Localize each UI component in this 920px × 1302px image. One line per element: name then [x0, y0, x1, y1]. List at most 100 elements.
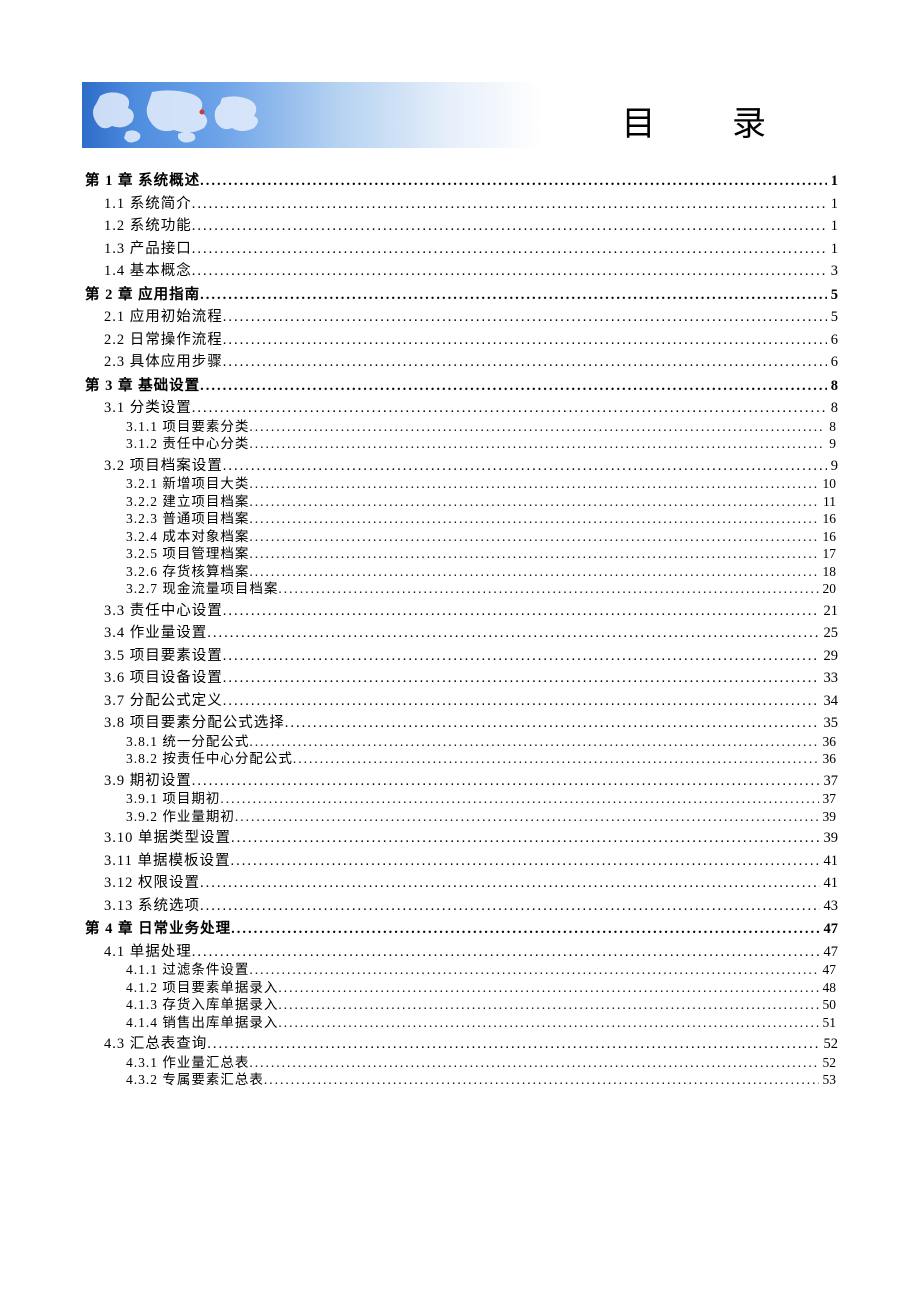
toc-entry-label: 4.1.2 项目要素单据录入: [126, 981, 278, 995]
toc-entry-label: 4.3.1 作业量汇总表: [126, 1056, 249, 1070]
toc-entry: 3.3 责任中心设置..............................…: [104, 604, 838, 619]
toc-entry: 3.2.1 新增项目大类............................…: [126, 477, 838, 491]
toc-leader-dots: ........................................…: [200, 379, 827, 394]
toc-entry-page: 5: [827, 288, 838, 303]
toc-entry-label: 4.1.3 存货入库单据录入: [126, 998, 278, 1012]
toc-entry: 3.10 单据类型设置.............................…: [104, 831, 838, 846]
toc-entry-page: 43: [820, 899, 839, 914]
toc-leader-dots: ........................................…: [223, 649, 820, 664]
world-map-icon: [82, 82, 302, 148]
toc-entry-page: 53: [819, 1073, 839, 1087]
toc-entry-page: 52: [820, 1037, 839, 1052]
toc-entry-label: 2.1 应用初始流程: [104, 310, 223, 325]
toc-leader-dots: ........................................…: [278, 582, 818, 596]
toc-entry: 1.4 基本概念................................…: [104, 264, 838, 279]
toc-entry-page: 52: [819, 1056, 839, 1070]
toc-entry: 3.9 期初设置................................…: [104, 774, 838, 789]
toc-entry-page: 29: [820, 649, 839, 664]
toc-entry: 4.3.2 专属要素汇总表...........................…: [126, 1073, 838, 1087]
toc-entry: 3.8 项目要素分配公式选择..........................…: [104, 716, 838, 731]
toc-entry-page: 48: [819, 981, 839, 995]
toc-entry-label: 3.4 作业量设置: [104, 626, 207, 641]
toc-leader-dots: ........................................…: [192, 774, 820, 789]
toc-entry-page: 25: [820, 626, 839, 641]
toc-entry-label: 第 4 章 日常业务处理: [85, 922, 231, 937]
toc-entry-label: 3.8 项目要素分配公式选择: [104, 716, 285, 731]
toc-entry-label: 第 3 章 基础设置: [85, 379, 200, 394]
toc-entry-page: 10: [819, 477, 839, 491]
toc-entry-label: 4.1.4 销售出库单据录入: [126, 1016, 278, 1030]
toc-entry: 3.1.1 项目要素分类............................…: [126, 420, 838, 434]
toc-entry-page: 6: [827, 355, 838, 370]
toc-entry: 3.2.6 存货核算档案............................…: [126, 565, 838, 579]
toc-entry-label: 3.1.2 责任中心分类: [126, 437, 249, 451]
toc-leader-dots: ........................................…: [223, 355, 827, 370]
toc-entry-label: 3.2.2 建立项目档案: [126, 495, 249, 509]
toc-entry: 4.1 单据处理................................…: [104, 945, 838, 960]
toc-entry-label: 2.3 具体应用步骤: [104, 355, 223, 370]
toc-entry-label: 1.3 产品接口: [104, 242, 192, 257]
toc-entry: 3.11 单据模板设置.............................…: [104, 854, 838, 869]
toc-entry-page: 35: [820, 716, 839, 731]
toc-entry: 3.1.2 责任中心分类............................…: [126, 437, 838, 451]
toc-leader-dots: ........................................…: [249, 565, 818, 579]
toc-leader-dots: ........................................…: [249, 420, 825, 434]
toc-entry: 3.5 项目要素设置..............................…: [104, 649, 838, 664]
toc-leader-dots: ........................................…: [223, 459, 827, 474]
toc-leader-dots: ........................................…: [220, 792, 818, 806]
toc-entry: 3.8.1 统一分配公式............................…: [126, 735, 838, 749]
toc-entry-page: 8: [827, 401, 838, 416]
toc-leader-dots: ........................................…: [249, 495, 819, 509]
toc-entry-page: 20: [819, 582, 839, 596]
toc-leader-dots: ........................................…: [192, 197, 827, 212]
toc-leader-dots: ........................................…: [200, 288, 827, 303]
toc-entry-page: 33: [820, 671, 839, 686]
toc-entry-label: 3.2.3 普通项目档案: [126, 512, 249, 526]
toc-entry: 3.4 作业量设置...............................…: [104, 626, 838, 641]
toc-leader-dots: ........................................…: [200, 876, 820, 891]
toc-entry: 3.2.4 成本对象档案............................…: [126, 530, 838, 544]
toc-entry-page: 16: [819, 530, 839, 544]
toc-entry-page: 37: [820, 774, 839, 789]
toc-entry-page: 1: [827, 219, 838, 234]
toc-entry-page: 16: [819, 512, 839, 526]
toc-entry-label: 4.1 单据处理: [104, 945, 192, 960]
toc-leader-dots: ........................................…: [278, 998, 818, 1012]
toc-entry: 4.1.4 销售出库单据录入..........................…: [126, 1016, 838, 1030]
toc-leader-dots: ........................................…: [264, 1073, 819, 1087]
header-banner: [82, 82, 542, 148]
toc-entry-label: 3.9.2 作业量期初: [126, 810, 235, 824]
toc-entry-label: 3.2 项目档案设置: [104, 459, 223, 474]
toc-entry-page: 11: [819, 495, 838, 509]
toc-leader-dots: ........................................…: [249, 547, 818, 561]
toc-entry-page: 1: [827, 242, 838, 257]
toc-entry: 第 2 章 应用指南..............................…: [85, 288, 838, 303]
toc-leader-dots: ........................................…: [293, 752, 819, 766]
toc-leader-dots: ........................................…: [249, 1056, 818, 1070]
table-of-contents: 第 1 章 系统概述..............................…: [82, 174, 838, 1087]
toc-entry-label: 3.2.7 现金流量项目档案: [126, 582, 278, 596]
toc-entry: 第 4 章 日常业务处理............................…: [85, 922, 838, 937]
toc-entry-page: 41: [820, 876, 839, 891]
toc-entry-label: 4.3 汇总表查询: [104, 1037, 207, 1052]
toc-entry: 3.2.7 现金流量项目档案..........................…: [126, 582, 838, 596]
toc-entry: 4.3.1 作业量汇总表............................…: [126, 1056, 838, 1070]
toc-entry: 3.8.2 按责任中心分配公式.........................…: [126, 752, 838, 766]
toc-entry-page: 36: [819, 752, 839, 766]
toc-entry-label: 3.8.1 统一分配公式: [126, 735, 249, 749]
toc-entry: 3.9.2 作业量期初.............................…: [126, 810, 838, 824]
toc-leader-dots: ........................................…: [192, 219, 827, 234]
toc-entry-label: 3.2.1 新增项目大类: [126, 477, 249, 491]
toc-leader-dots: ........................................…: [249, 735, 818, 749]
toc-leader-dots: ........................................…: [285, 716, 820, 731]
toc-entry-label: 3.9.1 项目期初: [126, 792, 220, 806]
toc-entry-label: 1.2 系统功能: [104, 219, 192, 234]
toc-entry-page: 8: [827, 379, 838, 394]
toc-entry: 3.12 权限设置...............................…: [104, 876, 838, 891]
toc-entry: 3.9.1 项目期初..............................…: [126, 792, 838, 806]
toc-entry-page: 9: [827, 459, 838, 474]
toc-entry-label: 3.5 项目要素设置: [104, 649, 223, 664]
toc-entry: 2.2 日常操作流程..............................…: [104, 333, 838, 348]
toc-entry: 3.2.5 项目管理档案............................…: [126, 547, 838, 561]
toc-entry-label: 3.13 系统选项: [104, 899, 200, 914]
